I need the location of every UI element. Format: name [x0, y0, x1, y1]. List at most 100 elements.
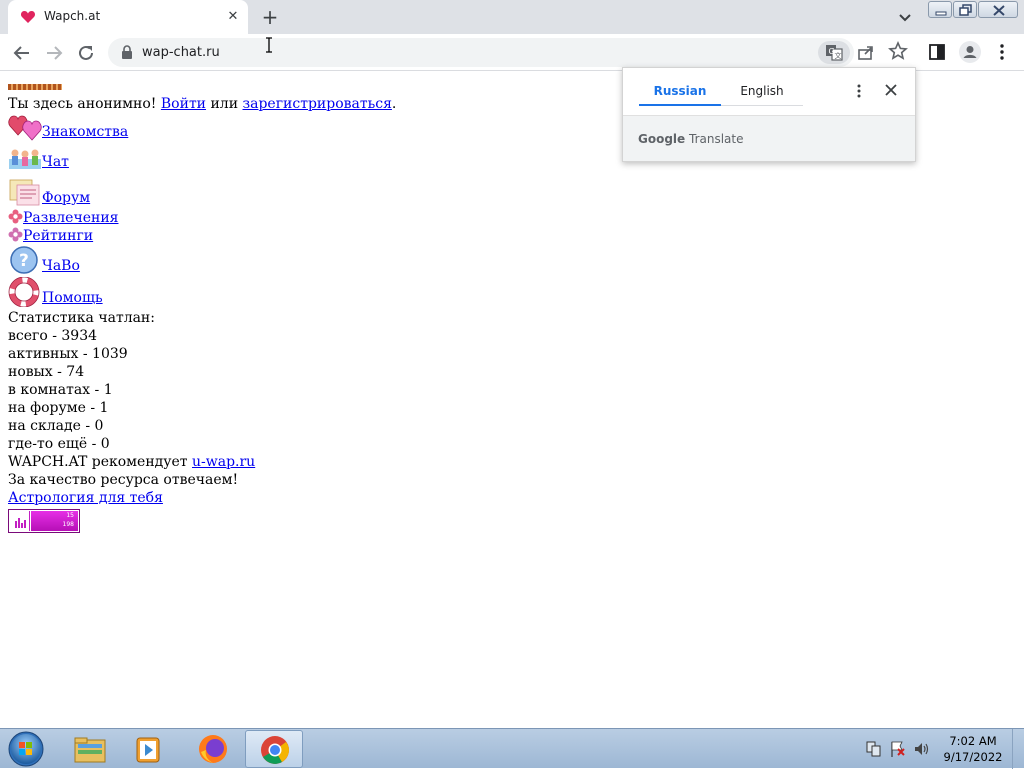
google-wordmark: Google [638, 132, 686, 146]
menu-link-entertainment[interactable]: Развлечения [23, 210, 119, 226]
menu-item-chat[interactable]: Чат [8, 145, 608, 177]
menu-item-help[interactable]: Помощь [8, 277, 608, 309]
stat-active: активных - 1039 [8, 346, 128, 362]
translate-footer: Google Translate [623, 115, 915, 161]
close-icon[interactable] [883, 82, 899, 98]
stat-in-rooms: в комнатах - 1 [8, 382, 113, 398]
restore-button[interactable] [953, 1, 977, 18]
side-panel-icon[interactable] [928, 43, 946, 61]
flower-icon [8, 209, 23, 224]
hearts-icon [8, 115, 42, 141]
taskbar-media-player[interactable] [120, 730, 178, 768]
counter-top-value: 15 [66, 512, 74, 519]
svg-text:?: ? [19, 251, 29, 271]
counter-bottom-value: 198 [62, 521, 74, 528]
lock-icon[interactable] [120, 45, 134, 60]
chevron-down-icon[interactable] [894, 7, 916, 27]
guest-notice: Ты здесь анонимно! Войти или зарегистрир… [8, 95, 608, 113]
menu-link-chat[interactable]: Чат [42, 154, 69, 170]
bookmark-star-icon[interactable] [888, 41, 908, 61]
menu-link-help[interactable]: Помощь [42, 290, 103, 306]
tab-english[interactable]: English [721, 82, 803, 106]
tab-close-icon[interactable]: ✕ [224, 8, 242, 26]
menu-link-dating[interactable]: Знакомства [42, 124, 128, 140]
browser-tab[interactable]: Wapch.at ✕ [8, 0, 248, 34]
taskbar-file-explorer[interactable] [60, 730, 118, 768]
question-icon: ? [10, 246, 38, 274]
menu-item-forum[interactable]: Форум [8, 177, 608, 209]
google-translate-logo: Google Translate [638, 132, 744, 146]
lifebuoy-icon [8, 277, 40, 307]
minimize-button[interactable] [928, 1, 952, 18]
stat-new: новых - 74 [8, 364, 85, 380]
firefox-icon [199, 735, 227, 763]
start-button[interactable] [4, 730, 48, 768]
page-content: Ты здесь анонимно! Войти или зарегистрир… [8, 72, 608, 722]
stat-in-storage: на складе - 0 [8, 418, 104, 434]
astrology-link[interactable]: Астрология для тебя [8, 490, 163, 506]
translate-icon: G 文 [826, 45, 843, 61]
more-options-icon[interactable] [853, 82, 865, 100]
menu-item-faq[interactable]: ? ЧаВо [8, 245, 608, 277]
taskbar: 7:02 AM 9/17/2022 [0, 728, 1024, 769]
media-player-icon [136, 737, 160, 763]
quality-text: За качество ресурса отвечаем! [8, 472, 239, 488]
chrome-icon [261, 736, 289, 764]
menu-item-ratings[interactable]: Рейтинги [8, 227, 608, 245]
svg-text:文: 文 [835, 51, 842, 60]
network-icon[interactable] [866, 741, 881, 757]
guest-text: Ты здесь анонимно! [8, 96, 161, 112]
share-icon[interactable] [856, 42, 876, 62]
url-text[interactable]: wap-chat.ru [142, 45, 220, 60]
clock-date: 9/17/2022 [943, 750, 1003, 764]
windows-logo-icon [8, 731, 44, 767]
tab-strip: Wapch.at ✕ + [0, 0, 1024, 34]
heart-icon [20, 11, 36, 23]
stat-on-forum: на форуме - 1 [8, 400, 109, 416]
new-tab-button[interactable]: + [258, 6, 282, 28]
flower-icon [8, 227, 23, 242]
chat-people-icon [9, 149, 41, 169]
tab-title: Wapch.at [44, 9, 101, 23]
decorative-banner-strip [8, 84, 62, 90]
taskbar-clock[interactable]: 7:02 AM 9/17/2022 [940, 733, 1006, 765]
menu-item-entertainment[interactable]: Развлечения [8, 209, 608, 227]
address-bar[interactable]: wap-chat.ru G 文 [108, 38, 854, 67]
recommendation: WAPCH.AT рекомендует u-wap.ru [8, 453, 608, 471]
or-text: или [206, 96, 243, 112]
taskbar-chrome[interactable] [245, 730, 303, 768]
browser-toolbar: wap-chat.ru G 文 [0, 34, 1024, 71]
taskbar-firefox[interactable] [184, 730, 242, 768]
forward-arrow-icon[interactable] [41, 40, 67, 66]
action-center-flag-icon[interactable] [891, 741, 905, 757]
folder-icon [74, 737, 106, 763]
show-desktop-button[interactable] [1012, 729, 1024, 769]
menu-link-forum[interactable]: Форум [42, 190, 90, 206]
tab-russian[interactable]: Russian [639, 82, 721, 106]
recommend-link[interactable]: u-wap.ru [192, 454, 255, 470]
text-cursor-icon [266, 37, 272, 53]
kebab-menu-icon[interactable] [994, 42, 1010, 62]
register-link[interactable]: зарегистрироваться [242, 96, 391, 112]
translate-popup: Russian English Google Translate [622, 67, 916, 162]
translate-page-button[interactable]: G 文 [818, 41, 850, 64]
volume-icon[interactable] [915, 743, 929, 755]
back-arrow-icon[interactable] [9, 40, 35, 66]
stat-elsewhere: где-то ещё - 0 [8, 436, 110, 452]
translate-wordmark: Translate [685, 132, 744, 146]
system-tray [860, 737, 940, 761]
profile-avatar-icon[interactable] [958, 40, 982, 64]
visitor-counter-badge[interactable]: 15 198 [8, 509, 80, 533]
close-window-button[interactable] [978, 1, 1018, 18]
menu-link-ratings[interactable]: Рейтинги [23, 228, 93, 244]
stats-title: Статистика чатлан: [8, 310, 155, 326]
clock-time: 7:02 AM [949, 734, 997, 748]
login-link[interactable]: Войти [161, 96, 206, 112]
stat-total: всего - 3934 [8, 328, 98, 344]
recommend-text: WAPCH.AT рекомендует [8, 454, 192, 470]
counter-chart-icon [10, 511, 30, 531]
reload-icon[interactable] [73, 40, 99, 66]
menu-link-faq[interactable]: ЧаВо [42, 258, 80, 274]
menu-item-dating[interactable]: Знакомства [8, 113, 608, 145]
period-text: . [391, 96, 397, 112]
